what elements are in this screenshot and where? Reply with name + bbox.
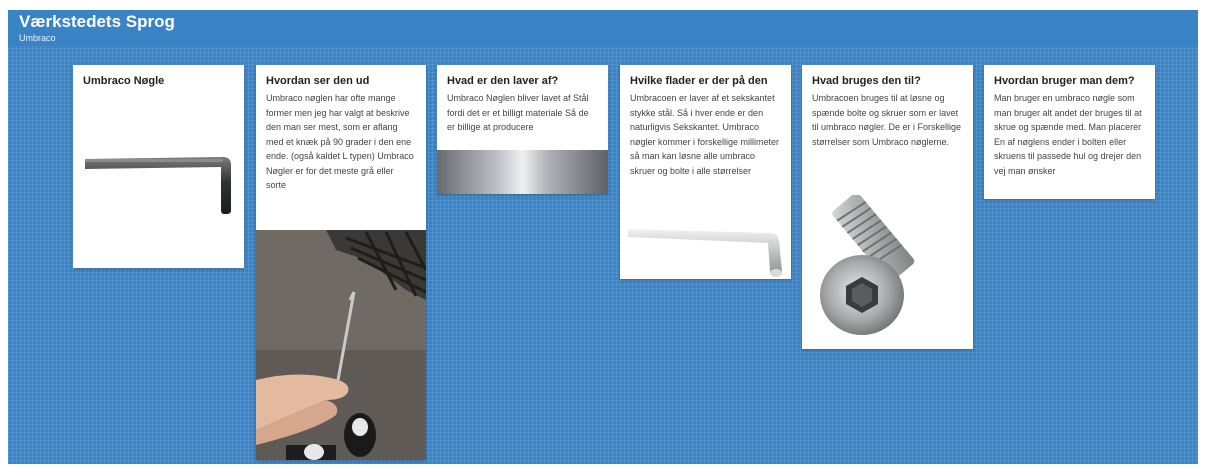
frame-top <box>0 0 1206 10</box>
post-title: Umbraco Nøgle <box>83 75 165 87</box>
post-card-usage[interactable]: Hvad bruges den til? Umbracoen bruges ti… <box>802 65 973 349</box>
post-title: Hvilke flader er der på den <box>630 75 768 87</box>
post-title: Hvordan ser den ud <box>266 75 370 87</box>
silver-hex-key-icon <box>628 229 782 277</box>
post-card-material[interactable]: Hvad er den laver af? Umbraco Nøglen bli… <box>437 65 608 194</box>
board-title[interactable]: Værkstedets Sprog <box>19 12 175 32</box>
app-frame: Værkstedets Sprog Umbraco Umbraco Nøgle … <box>0 0 1206 468</box>
post-body: Umbracoen er laver af et sekskantet styk… <box>630 93 780 176</box>
post-title: Hvordan bruger man dem? <box>994 75 1135 87</box>
post-body: Umbracoen bruges til at løsne og spænde … <box>812 93 962 147</box>
frame-right <box>1198 0 1206 468</box>
board-subtitle: Umbraco <box>19 33 56 43</box>
post-card-appearance[interactable]: Hvordan ser den ud Umbraco nøglen har of… <box>256 65 426 460</box>
post-body: Umbraco Nøglen bliver lavet af Stål ford… <box>447 93 589 132</box>
hand-holding-key-photo <box>256 230 426 460</box>
post-body: Umbraco nøglen har ofte mange former men… <box>266 93 414 190</box>
frame-bottom <box>0 464 1206 468</box>
post-title: Hvad bruges den til? <box>812 75 921 87</box>
hex-key-icon <box>85 157 231 214</box>
post-card-faces[interactable]: Hvilke flader er der på den Umbracoen er… <box>620 65 791 279</box>
board-header: Værkstedets Sprog Umbraco <box>8 10 1198 46</box>
post-card-how-to-use[interactable]: Hvordan bruger man dem? Man bruger en um… <box>984 65 1155 199</box>
socket-bolt-photo <box>820 195 915 335</box>
post-card-umbraco-key[interactable]: Umbraco Nøgle <box>73 65 244 268</box>
frame-left <box>0 0 8 468</box>
post-title: Hvad er den laver af? <box>447 75 559 87</box>
post-body: Man bruger en umbraco nøgle som man brug… <box>994 93 1142 176</box>
brushed-steel-photo <box>437 150 608 194</box>
